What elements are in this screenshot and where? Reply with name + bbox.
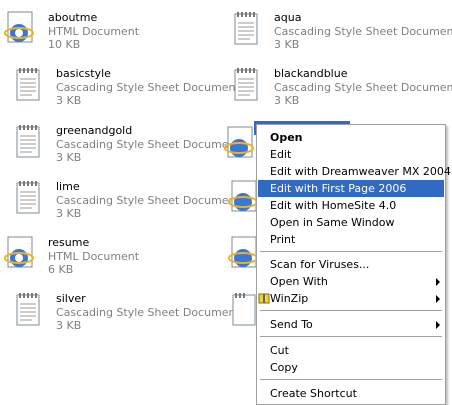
file-type: Cascading Style Sheet Document [274,81,452,94]
menu-label: Cut [270,344,289,357]
file-size: 3 KB [56,151,82,164]
menu-label: Send To [270,318,313,331]
css-notepad-icon [16,293,40,326]
file-type: Cascading Style Sheet Document [56,138,240,151]
css-notepad-icon [234,12,258,45]
menu-item-print[interactable]: Print [258,231,444,248]
menu-item-send-to[interactable]: Send To [258,316,444,333]
file-name: greenandgold [56,124,133,137]
menu-item-edit-homesite[interactable]: Edit with HomeSite 4.0 [258,197,444,214]
file-name: aqua [274,11,302,24]
file-name: lime [56,180,80,193]
menu-item-edit-dreamweaver[interactable]: Edit with Dreamweaver MX 2004 [258,163,451,180]
file-size: 3 KB [274,94,300,107]
file-type: Cascading Style Sheet Document [274,25,452,38]
file-resume[interactable]: resume HTML Document 6 KB [4,236,219,288]
file-blackandblue[interactable]: blackandblue Cascading Style Sheet Docum… [230,67,452,119]
menu-label: Edit with Dreamweaver MX 2004 [270,165,451,178]
css-notepad-icon [16,125,40,158]
file-type: Cascading Style Sheet Document [56,81,240,94]
submenu-arrow-icon [436,278,440,286]
file-basicstyle[interactable]: basicstyle Cascading Style Sheet Documen… [12,67,240,119]
menu-item-winzip[interactable]: WinZip [258,290,444,307]
file-size: 3 KB [56,94,82,107]
file-type: HTML Document [48,250,140,263]
menu-item-open-same-window[interactable]: Open in Same Window [258,214,444,231]
menu-item-copy[interactable]: Copy [258,359,444,376]
menu-separator [260,379,442,380]
winzip-icon [258,293,270,304]
menu-label: Open [270,131,303,144]
menu-label: Scan for Viruses... [270,258,370,271]
file-size: 6 KB [48,263,74,276]
menu-item-open-with[interactable]: Open With [258,273,444,290]
menu-separator [260,336,442,337]
file-greenandgold[interactable]: greenandgold Cascading Style Sheet Docum… [12,124,240,176]
menu-separator [260,251,442,252]
file-size: 3 KB [274,38,300,51]
context-menu: Open Edit Edit with Dreamweaver MX 2004 … [256,124,451,405]
file-type: Cascading Style Sheet Document [56,306,240,319]
ie-html-icon [4,11,34,43]
menu-label: Edit with First Page 2006 [270,182,407,195]
file-lime[interactable]: lime Cascading Style Sheet Document 3 KB [12,180,240,232]
css-notepad-icon [16,181,40,214]
file-type: HTML Document [48,25,140,38]
file-name: aboutme [48,11,98,24]
menu-item-scan-viruses[interactable]: Scan for Viruses... [258,256,444,273]
menu-separator [260,310,442,311]
menu-label: WinZip [270,292,309,305]
file-name: blackandblue [274,67,348,80]
menu-label: Edit with HomeSite 4.0 [270,199,397,212]
menu-label: Open in Same Window [270,216,395,229]
file-size: 3 KB [56,319,82,332]
menu-item-create-shortcut[interactable]: Create Shortcut [258,385,444,402]
submenu-arrow-icon [436,295,440,303]
css-notepad-icon [234,68,258,101]
menu-label: Copy [270,361,298,374]
menu-item-edit[interactable]: Edit [258,146,444,163]
menu-item-cut[interactable]: Cut [258,342,444,359]
file-size: 10 KB [48,38,81,51]
file-name: resume [48,236,90,249]
menu-label: Edit [270,148,292,161]
ie-html-icon [4,236,34,268]
menu-item-open[interactable]: Open [258,129,444,146]
file-aboutme[interactable]: aboutme HTML Document 10 KB [4,11,219,63]
menu-label: Create Shortcut [270,387,357,400]
menu-label: Print [270,233,296,246]
submenu-arrow-icon [436,321,440,329]
file-aqua[interactable]: aqua Cascading Style Sheet Document 3 KB [230,11,452,63]
css-notepad-icon [16,68,40,101]
file-name: silver [56,292,86,305]
menu-item-edit-firstpage[interactable]: Edit with First Page 2006 [258,180,444,197]
file-type: Cascading Style Sheet Document [56,194,240,207]
file-size: 3 KB [56,207,82,220]
file-name: basicstyle [56,67,111,80]
file-silver[interactable]: silver Cascading Style Sheet Document 3 … [12,292,240,344]
ie-html-icon[interactable] [224,126,256,162]
menu-label: Open With [270,275,328,288]
